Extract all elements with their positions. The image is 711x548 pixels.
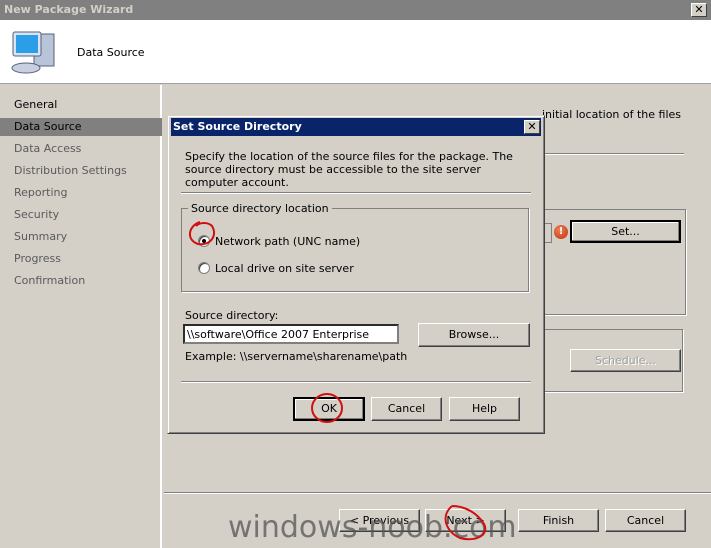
- sidebar-item-progress: Progress: [14, 252, 61, 265]
- help-button[interactable]: Help: [449, 397, 520, 421]
- network-path-label[interactable]: Network path (UNC name): [215, 235, 360, 248]
- source-directory-input[interactable]: [183, 324, 399, 344]
- sidebar-item-reporting: Reporting: [14, 186, 68, 199]
- dialog-cancel-button[interactable]: Cancel: [371, 397, 442, 421]
- finish-button[interactable]: Finish: [518, 509, 599, 532]
- sidebar-item-confirmation: Confirmation: [14, 274, 86, 287]
- sidebar-item-general[interactable]: General: [0, 96, 162, 114]
- sidebar-item-security: Security: [14, 208, 60, 221]
- window-title: New Package Wizard: [4, 3, 134, 16]
- source-location-group: [181, 208, 529, 292]
- group-label: Source directory location: [188, 202, 332, 215]
- source-directory-label: Source directory:: [185, 309, 279, 322]
- dialog-description: Specify the location of the source files…: [185, 150, 513, 189]
- window-title-bar: New Package Wizard: [0, 0, 711, 20]
- computer-icon: [11, 31, 55, 74]
- sidebar-item-data-source[interactable]: Data Source: [0, 118, 162, 136]
- footer-divider: [164, 492, 711, 494]
- watermark: windows-noob.com: [228, 510, 517, 545]
- divider: [540, 153, 684, 155]
- window-close-button[interactable]: ✕: [691, 3, 707, 17]
- sidebar-item-distribution-settings: Distribution Settings: [14, 164, 127, 177]
- dialog-divider-bottom: [181, 381, 531, 383]
- local-drive-label[interactable]: Local drive on site server: [215, 262, 354, 275]
- sidebar-item-summary: Summary: [14, 230, 68, 243]
- page-title: Data Source: [77, 46, 145, 59]
- local-drive-radio[interactable]: [198, 262, 210, 274]
- sidebar-item-data-access: Data Access: [14, 142, 82, 155]
- ok-button[interactable]: OK: [293, 397, 365, 421]
- dialog-title-bar: Set Source Directory: [171, 118, 541, 136]
- network-path-radio[interactable]: [198, 235, 210, 247]
- wizard-header: Data Source: [0, 20, 711, 84]
- example-text: Example: \\servername\sharename\path: [185, 350, 408, 363]
- dialog-divider: [181, 192, 531, 194]
- intro-text: initial location of the files: [542, 108, 682, 121]
- error-icon: !: [554, 225, 568, 239]
- schedule-button: Schedule...: [570, 349, 681, 372]
- browse-button[interactable]: Browse...: [418, 323, 530, 347]
- wizard-sidebar: General Data Source Data Access Distribu…: [0, 85, 162, 548]
- dialog-title: Set Source Directory: [173, 120, 302, 133]
- set-source-directory-dialog: Set Source Directory ✕ Specify the locat…: [167, 115, 545, 434]
- dialog-close-button[interactable]: ✕: [524, 120, 540, 134]
- cancel-button[interactable]: Cancel: [605, 509, 686, 532]
- set-button[interactable]: Set...: [570, 220, 681, 243]
